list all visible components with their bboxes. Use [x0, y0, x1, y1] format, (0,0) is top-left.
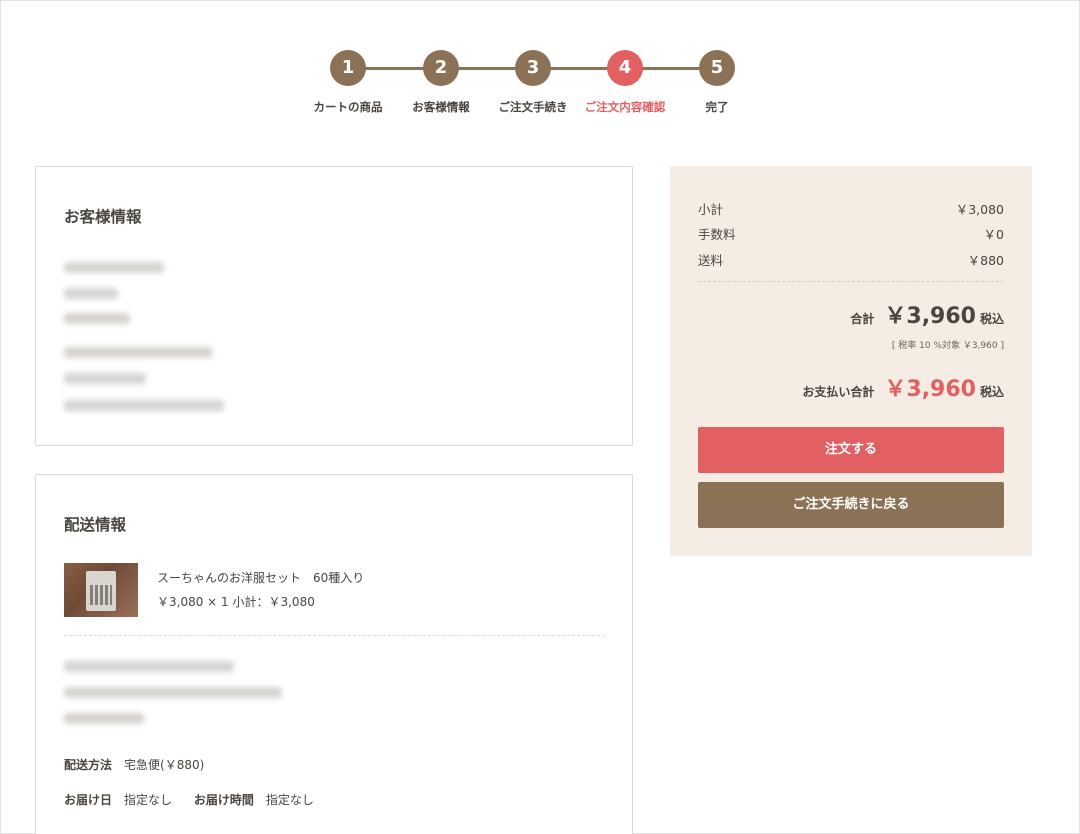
delivery-method-row: 配送方法 宅急便(￥880) [64, 756, 222, 773]
customer-email-redacted [64, 400, 224, 411]
total-label: 合計 [850, 312, 875, 326]
shipping-fee-row: 送料 ￥880 [698, 250, 1004, 269]
step-1-number: 1 [330, 50, 366, 86]
customer-name-redacted [64, 262, 164, 273]
shipping-fee-label: 送料 [698, 253, 724, 268]
shipping-phone-redacted [64, 713, 144, 724]
product-name: スーちゃんのお洋服セット 60種入り [157, 571, 365, 585]
delivery-date-row: お届け日 指定なし お届け時間 指定なし [64, 791, 332, 808]
customer-phone-redacted [64, 373, 146, 384]
order-summary: 小計 ￥3,080 手数料 ￥0 送料 ￥880 合計 ￥3,960 税込 [ 税率… [670, 166, 1032, 556]
step-5: 5 完了 [662, 50, 772, 115]
payment-total-label: お支払い合計 [802, 385, 875, 399]
step-5-label: 完了 [705, 100, 729, 114]
delivery-method-value: 宅急便(￥880) [124, 758, 205, 772]
place-order-button[interactable]: 注文する [698, 427, 1004, 473]
payment-total-value: ￥3,960 [884, 377, 976, 402]
fee-label: 手数料 [698, 227, 736, 242]
shipping-divider [64, 635, 605, 636]
product-thumbnail [64, 563, 138, 617]
subtotal-value: ￥3,080 [955, 202, 1004, 217]
total-value: ￥3,960 [884, 304, 976, 329]
fee-value: ￥0 [983, 227, 1004, 242]
step-4-number: 4 [607, 50, 643, 86]
checkout-stepper: 1 カートの商品 2 お客様情報 3 ご注文手続き 4 ご注文内容確認 5 完了 [300, 50, 760, 120]
delivery-date-value: 指定なし [124, 793, 173, 807]
shipping-address-redacted [64, 687, 282, 698]
shipping-info-panel: 配送情報 スーちゃんのお洋服セット 60種入り ￥3,080 × 1 小計：￥3… [35, 474, 633, 834]
customer-address-redacted [64, 347, 212, 358]
customer-postal-redacted [64, 313, 130, 324]
step-2-number: 2 [423, 50, 459, 86]
total-row: 合計 ￥3,960 税込 [850, 298, 1004, 330]
summary-divider [698, 281, 1004, 282]
payment-total-row: お支払い合計 ￥3,960 税込 [802, 371, 1004, 403]
tax-note: [ 税率 10 %対象 ￥3,960 ] [891, 341, 1004, 351]
delivery-date-label: お届け日 [64, 793, 113, 807]
shipping-name-redacted [64, 661, 234, 672]
step-3-number: 3 [515, 50, 551, 86]
product-thumbnail-card [86, 571, 116, 611]
delivery-time-label: お届け時間 [193, 793, 254, 807]
customer-info-panel: お客様情報 [35, 166, 633, 446]
fee-row: 手数料 ￥0 [698, 224, 1004, 243]
back-to-checkout-button[interactable]: ご注文手続きに戻る [698, 482, 1004, 528]
product-price-line: ￥3,080 × 1 小計：￥3,080 [157, 595, 315, 609]
shipping-info-title: 配送情報 [64, 516, 127, 534]
delivery-time-value: 指定なし [265, 793, 314, 807]
step-5-number: 5 [699, 50, 735, 86]
delivery-method-label: 配送方法 [64, 758, 113, 772]
total-tax-included: 税込 [979, 312, 1004, 326]
payment-tax-included: 税込 [979, 385, 1004, 399]
customer-kana-redacted [64, 288, 118, 299]
subtotal-row: 小計 ￥3,080 [698, 199, 1004, 218]
subtotal-label: 小計 [698, 202, 724, 217]
shipping-fee-value: ￥880 [967, 253, 1004, 268]
customer-info-title: お客様情報 [64, 208, 142, 226]
